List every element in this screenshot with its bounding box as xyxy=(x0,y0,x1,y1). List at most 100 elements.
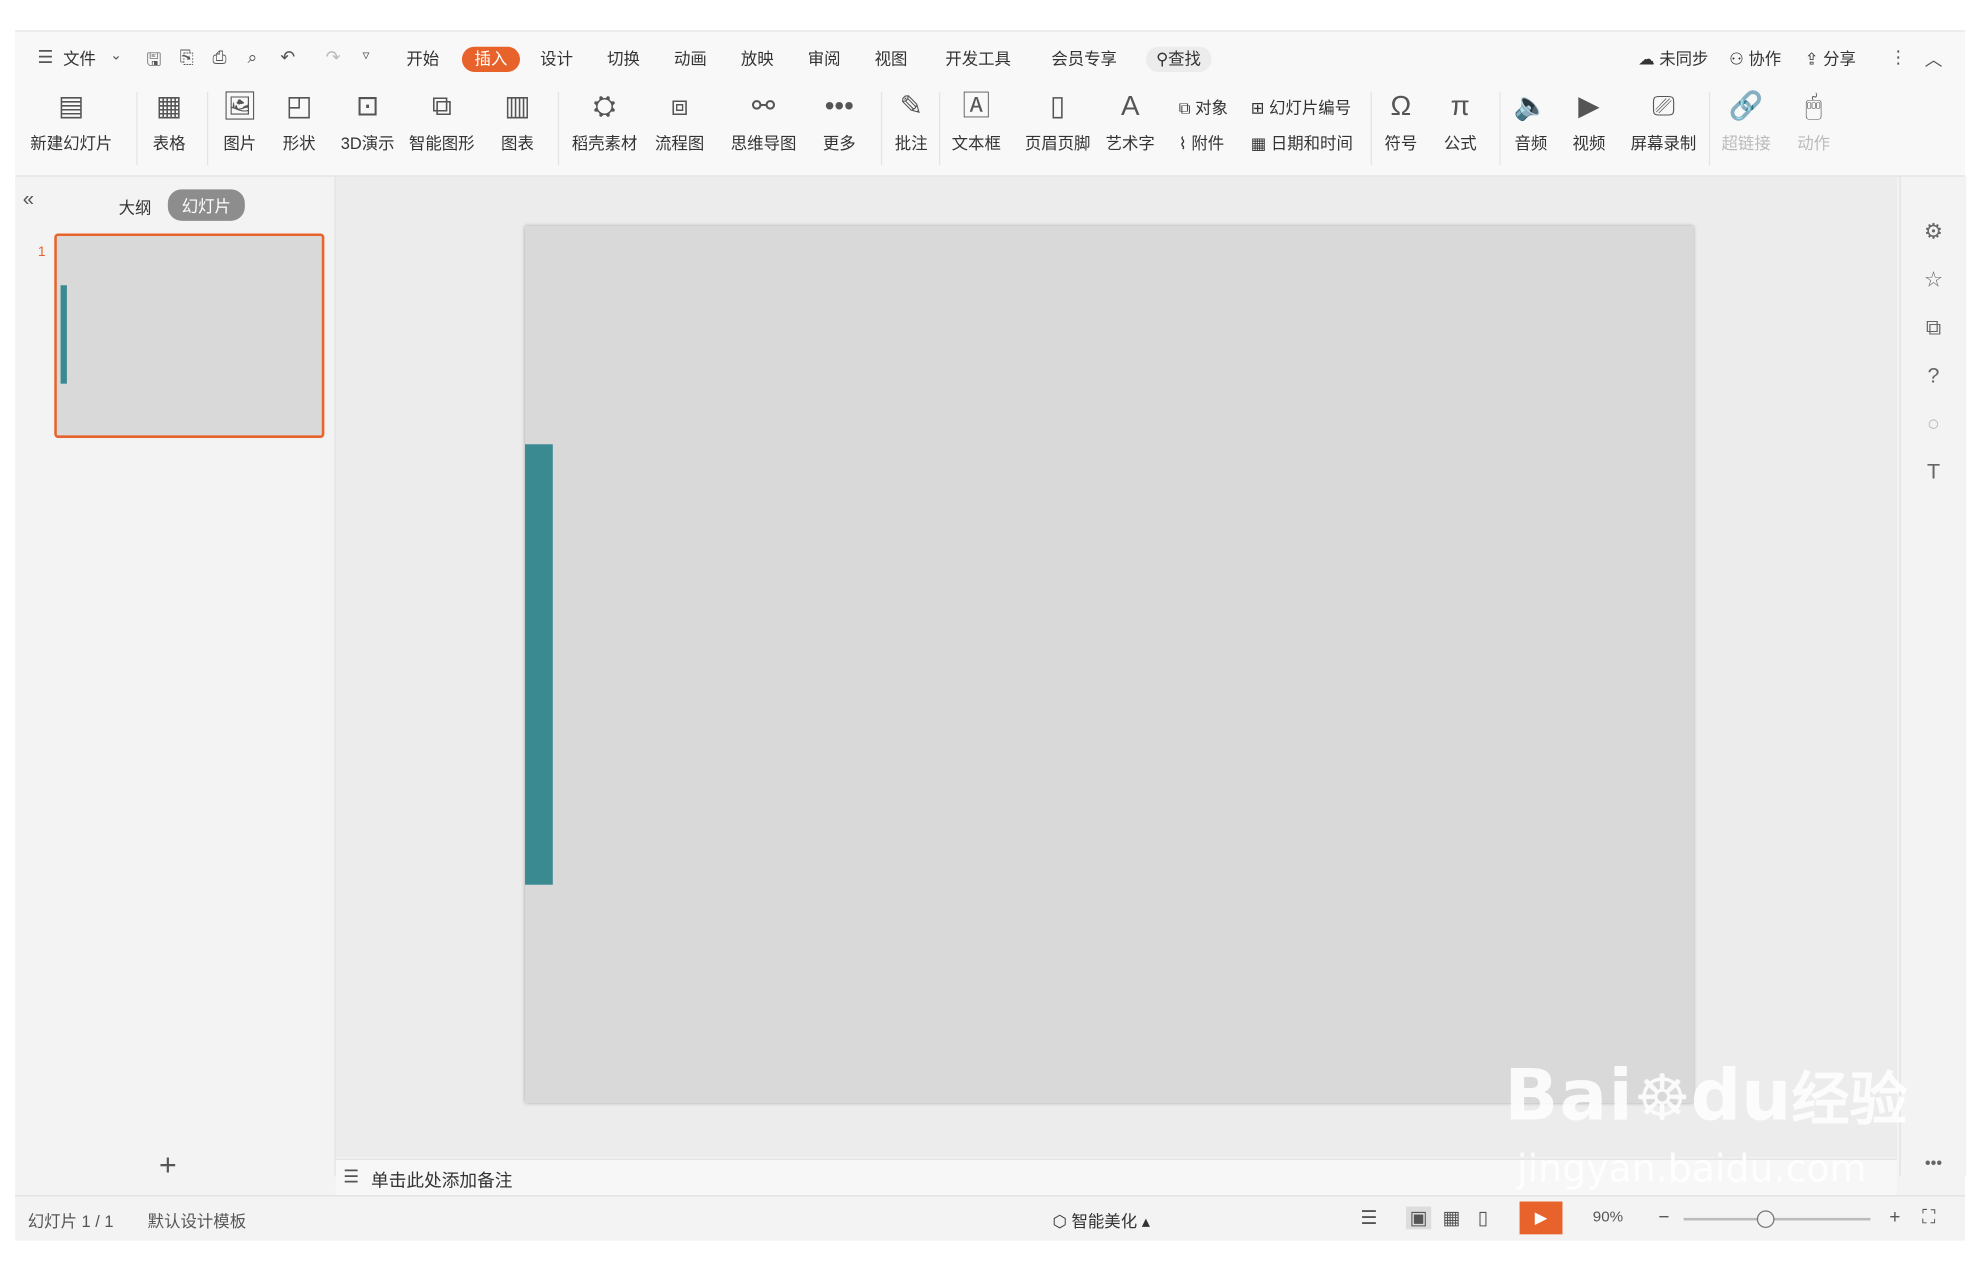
ribbon-toolbar: ▤ 新建幻灯片 ▦ 表格 🖼 图片 ◰ 形状 ⊡ 3D演示 ⧉ 智能图形 ▥ 图表 ⛭ 稻壳素材… xyxy=(15,82,1966,177)
tab-slides[interactable]: 幻灯片 xyxy=(167,189,245,221)
print-preview-icon[interactable]: ⌕ xyxy=(240,47,265,68)
new-slide-button[interactable]: ▤ 新建幻灯片 xyxy=(30,87,112,154)
redo-icon[interactable]: ↷ xyxy=(321,47,346,68)
tab-member[interactable]: 会员专享 xyxy=(1051,47,1117,72)
collapse-ribbon-icon[interactable]: ︿ xyxy=(1921,47,1946,72)
search-box[interactable]: ⚲查找 xyxy=(1145,46,1212,72)
menu-tab-bar: ☰ 文件 ⌄ 🖫 ⎘ ⎙ ⌕ ↶ ↷ ▿ 开始 插入 设计 切换 动画 放映 审… xyxy=(15,31,1966,83)
customize-quick-access-icon[interactable]: ▿ xyxy=(353,47,378,63)
notes-icon: ☰ xyxy=(343,1166,360,1187)
divider xyxy=(1499,92,1501,166)
video-button[interactable]: ▶ 视频 xyxy=(1571,87,1606,154)
pin-icon[interactable]: ☆ xyxy=(1918,268,1948,293)
tab-outline[interactable]: 大纲 xyxy=(119,194,152,218)
tab-file[interactable]: 文件 xyxy=(63,47,96,72)
sync-status[interactable]: ☁ 未同步 xyxy=(1638,47,1708,72)
notes-placeholder[interactable]: 单击此处添加备注 xyxy=(371,1167,512,1192)
slide-canvas[interactable] xyxy=(525,225,1694,1104)
hyperlink-button[interactable]: 🔗 超链接 xyxy=(1722,87,1771,154)
calendar-icon: ▦ xyxy=(1250,133,1271,153)
zoom-level[interactable]: 90% xyxy=(1593,1208,1623,1226)
chart-button[interactable]: ▥ 图表 xyxy=(500,87,535,154)
reading-view-icon[interactable]: ▯ xyxy=(1478,1207,1488,1229)
format-painter-icon[interactable]: ⎘ xyxy=(174,47,199,68)
material-button[interactable]: ⛭ 稻壳素材 xyxy=(572,87,638,154)
tab-insert[interactable]: 插入 xyxy=(461,46,521,72)
divider xyxy=(206,92,209,166)
shape-button[interactable]: ◰ 形状 xyxy=(281,87,316,154)
settings-sliders-icon[interactable]: ⚙ xyxy=(1918,220,1948,245)
screen-record-button[interactable]: ⎚ 屏幕录制 xyxy=(1631,87,1697,154)
textbox-button[interactable]: 🄰 文本框 xyxy=(952,87,1001,154)
tab-design[interactable]: 设计 xyxy=(540,47,573,72)
vertical-scrollbar[interactable] xyxy=(1882,187,1890,1146)
undo-icon[interactable]: ↶ xyxy=(275,47,300,68)
slide-number-icon: ⊞ xyxy=(1250,98,1270,118)
flowchart-button[interactable]: ⧈ 流程图 xyxy=(655,87,704,154)
fit-window-icon[interactable]: ⛶ xyxy=(1922,1207,1935,1228)
template-name[interactable]: 默认设计模板 xyxy=(148,1208,246,1232)
attachment-button[interactable]: ⌇ 附件 xyxy=(1179,130,1224,154)
slide-number-button[interactable]: ⊞ 幻灯片编号 xyxy=(1251,95,1351,119)
lightbulb-icon[interactable]: ○ xyxy=(1918,411,1948,436)
action-button[interactable]: 🖱 动作 xyxy=(1796,87,1831,154)
divider xyxy=(939,92,941,166)
hamburger-menu-icon[interactable]: ☰ xyxy=(33,47,58,68)
save-icon[interactable]: 🖫 xyxy=(141,47,166,77)
header-footer-icon: ▯ xyxy=(1049,89,1066,122)
zoom-slider[interactable] xyxy=(1683,1210,1871,1229)
comment-button[interactable]: ✎ 批注 xyxy=(894,87,929,154)
datetime-button[interactable]: ▦ 日期和时间 xyxy=(1251,130,1353,154)
divider xyxy=(557,92,560,166)
tab-review[interactable]: 审阅 xyxy=(808,47,841,72)
play-slideshow-button[interactable]: ▶ xyxy=(1519,1201,1563,1235)
object-icon: ⧉ xyxy=(1178,98,1196,118)
link-icon: 🔗 xyxy=(1728,89,1764,122)
divider xyxy=(1370,92,1372,166)
normal-view-icon[interactable]: ▣ xyxy=(1405,1206,1432,1230)
more-button[interactable]: ••• 更多 xyxy=(822,87,857,154)
tab-animation[interactable]: 动画 xyxy=(674,47,707,72)
grid-view-icon[interactable]: ▦ xyxy=(1443,1207,1461,1229)
symbol-button[interactable]: Ω 符号 xyxy=(1383,87,1418,154)
pi-icon: π xyxy=(1450,89,1470,122)
formula-button[interactable]: π 公式 xyxy=(1443,87,1478,154)
slide-accent-bar[interactable] xyxy=(525,444,553,885)
notes-toggle-icon[interactable]: ☰ xyxy=(1361,1207,1378,1229)
share-button[interactable]: ⇪ 分享 xyxy=(1805,47,1856,72)
zoom-in-icon[interactable]: + xyxy=(1889,1207,1900,1228)
print-icon[interactable]: ⎙ xyxy=(207,47,232,68)
art-text-button[interactable]: A 艺术字 xyxy=(1106,87,1155,154)
text-icon[interactable]: T xyxy=(1918,459,1948,484)
object-button[interactable]: ⧉ 对象 xyxy=(1179,95,1228,119)
chevron-down-icon[interactable]: ⌄ xyxy=(103,47,128,63)
3d-demo-icon: ⊡ xyxy=(356,89,380,122)
slide-thumbnail[interactable] xyxy=(54,233,325,438)
3d-demo-button[interactable]: ⊡ 3D演示 xyxy=(341,87,395,154)
more-horizontal-icon[interactable]: ••• xyxy=(1918,1154,1948,1173)
smart-beautify-button[interactable]: ⬡ 智能美化 ▴ xyxy=(1053,1208,1150,1232)
more-vertical-icon[interactable]: ⋮ xyxy=(1886,47,1911,68)
copy-icon[interactable]: ⧉ xyxy=(1918,316,1948,341)
tab-slideshow[interactable]: 放映 xyxy=(741,47,774,72)
picture-button[interactable]: 🖼 图片 xyxy=(222,87,257,154)
collapse-panel-icon[interactable]: « xyxy=(23,189,34,212)
header-footer-button[interactable]: ▯ 页眉页脚 xyxy=(1025,87,1091,154)
help-icon[interactable]: ? xyxy=(1918,363,1948,388)
tab-developer[interactable]: 开发工具 xyxy=(945,47,1011,72)
zoom-out-icon[interactable]: − xyxy=(1658,1207,1669,1228)
mindmap-button[interactable]: ⚯ 思维导图 xyxy=(731,87,797,154)
tab-home[interactable]: 开始 xyxy=(406,47,439,72)
divider xyxy=(136,92,138,166)
tab-transition[interactable]: 切换 xyxy=(607,47,640,72)
table-button[interactable]: ▦ 表格 xyxy=(151,87,186,154)
beautify-icon: ⬡ xyxy=(1052,1211,1072,1231)
watermark-logo: Bai☸du经验 jingyan.baidu.com xyxy=(1504,1055,1908,1192)
collaborate-button[interactable]: ⚇ 协作 xyxy=(1729,47,1781,72)
audio-button[interactable]: 🔈 音频 xyxy=(1513,87,1549,154)
zoom-slider-thumb[interactable] xyxy=(1756,1210,1775,1229)
smart-graphic-button[interactable]: ⧉ 智能图形 xyxy=(409,87,475,154)
tab-view[interactable]: 视图 xyxy=(875,47,908,72)
add-slide-icon[interactable]: + xyxy=(159,1149,177,1184)
status-bar: 幻灯片 1 / 1 默认设计模板 ⬡ 智能美化 ▴ ☰ ▣ ▦ ▯ ▶ 90% … xyxy=(15,1195,1966,1241)
